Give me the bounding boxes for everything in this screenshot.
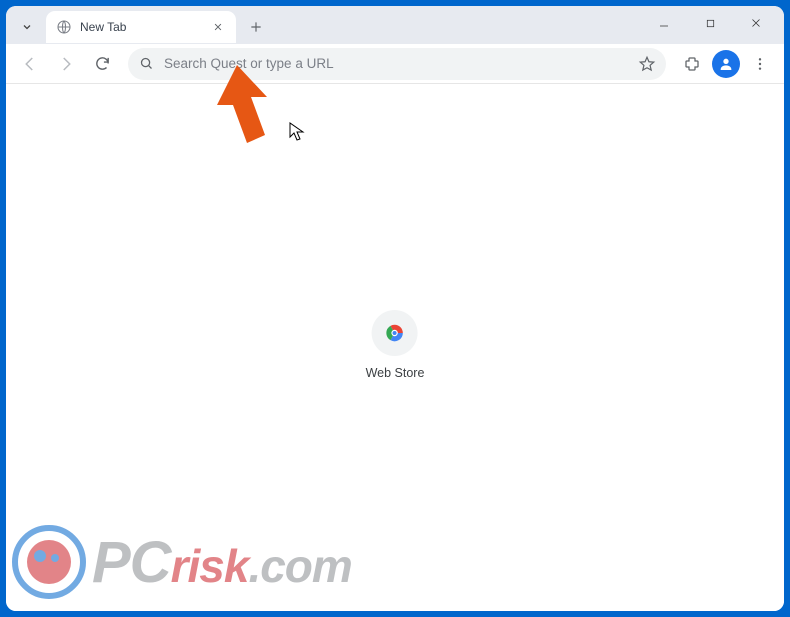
search-tabs-button[interactable]: [14, 14, 40, 40]
browser-window: New Tab: [6, 6, 784, 611]
back-button[interactable]: [14, 48, 46, 80]
puzzle-icon: [683, 55, 701, 73]
reload-button[interactable]: [86, 48, 118, 80]
maximize-button[interactable]: [688, 8, 732, 38]
chevron-down-icon: [21, 21, 33, 33]
arrow-left-icon: [21, 55, 39, 73]
forward-button[interactable]: [50, 48, 82, 80]
menu-button[interactable]: [744, 48, 776, 80]
watermark: PCrisk.com: [12, 525, 352, 599]
watermark-text: PCrisk.com: [92, 529, 352, 596]
maximize-icon: [705, 18, 716, 29]
reload-icon: [94, 55, 111, 72]
globe-icon: [56, 19, 72, 35]
kebab-icon: [752, 56, 768, 72]
minimize-button[interactable]: [642, 8, 686, 38]
watermark-logo-icon: [12, 525, 86, 599]
minimize-icon: [658, 17, 670, 29]
profile-button[interactable]: [712, 50, 740, 78]
tab-strip: New Tab: [6, 6, 784, 44]
window-controls: [642, 8, 778, 38]
close-icon: [213, 22, 223, 32]
close-window-button[interactable]: [734, 8, 778, 38]
plus-icon: [249, 20, 263, 34]
bookmark-button[interactable]: [638, 55, 656, 73]
shortcut-label: Web Store: [366, 366, 425, 380]
new-tab-button[interactable]: [242, 13, 270, 41]
arrow-right-icon: [57, 55, 75, 73]
search-icon: [138, 56, 154, 72]
address-input[interactable]: [164, 56, 628, 71]
toolbar: [6, 44, 784, 84]
tab-title: New Tab: [80, 20, 202, 34]
tab-new-tab[interactable]: New Tab: [46, 11, 236, 43]
star-icon: [638, 55, 656, 73]
close-icon: [750, 17, 762, 29]
person-icon: [718, 56, 734, 72]
extensions-button[interactable]: [676, 48, 708, 80]
omnibox[interactable]: [128, 48, 666, 80]
tab-close-button[interactable]: [210, 19, 226, 35]
shortcut-web-store[interactable]: Web Store: [366, 310, 425, 380]
webstore-icon: [372, 310, 418, 356]
